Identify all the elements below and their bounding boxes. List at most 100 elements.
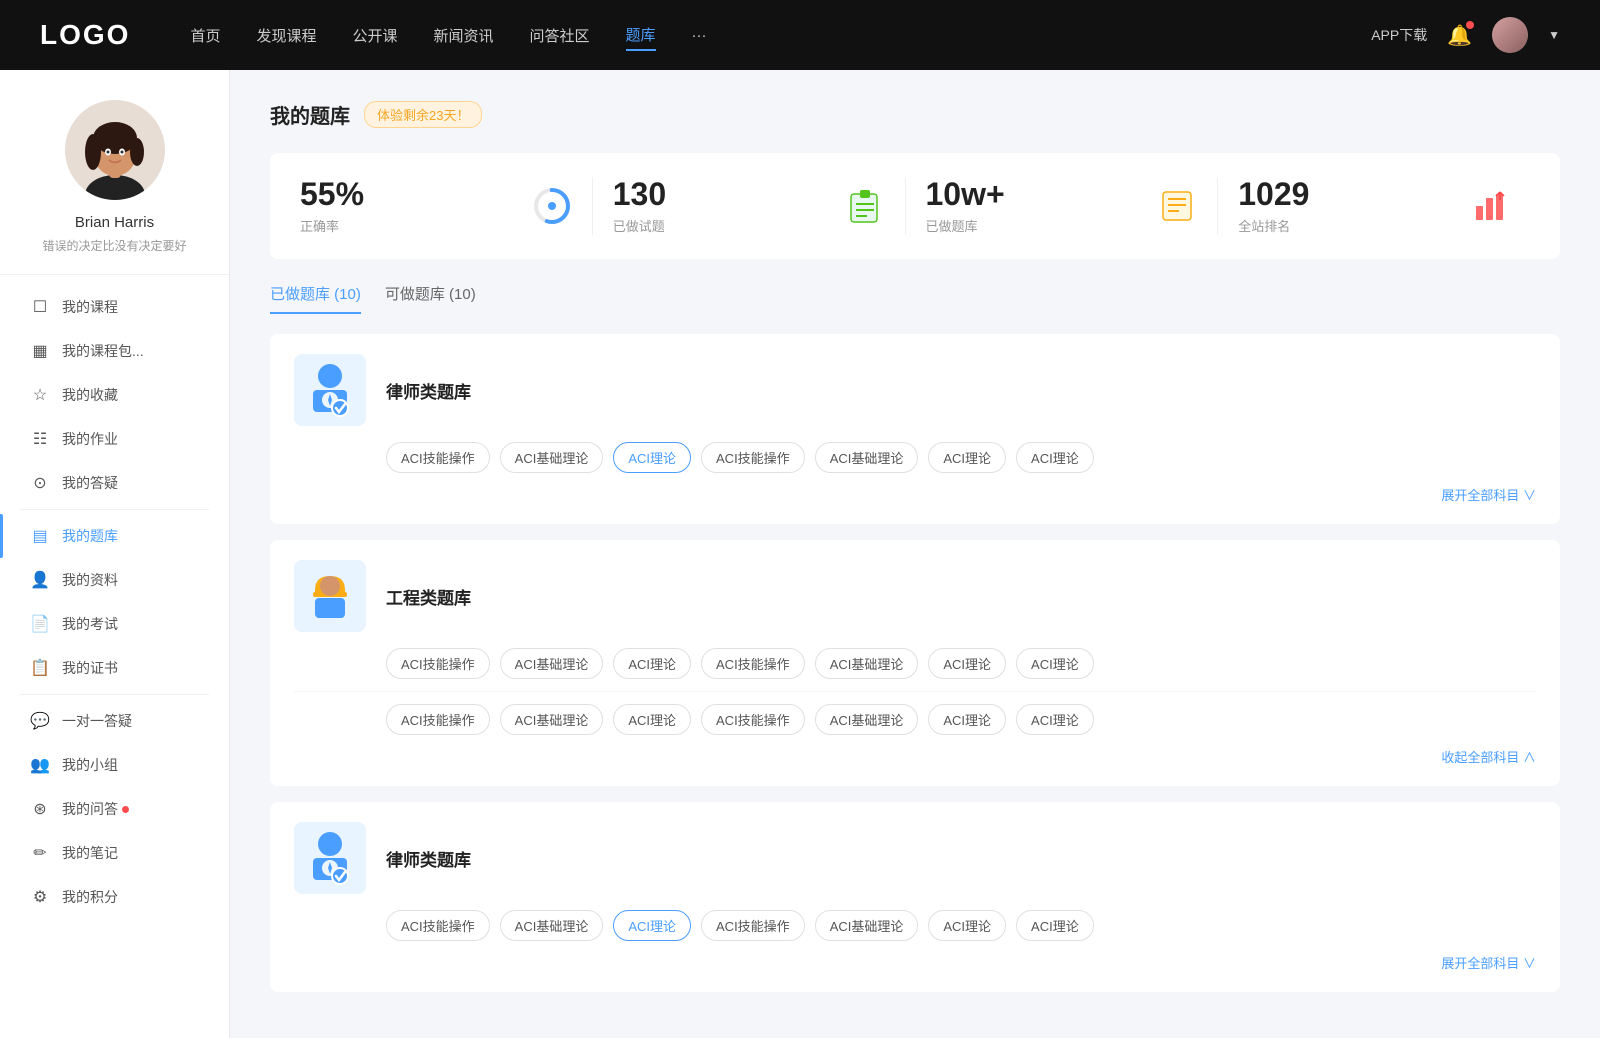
navbar: LOGO 首页 发现课程 公开课 新闻资讯 问答社区 题库 ··· APP下载 … [0, 0, 1600, 70]
tag-2-0[interactable]: ACI技能操作 [386, 648, 490, 679]
menu-points[interactable]: ⚙ 我的积分 [0, 875, 229, 919]
avatar-image [1492, 17, 1528, 53]
homework-icon: ☷ [30, 429, 50, 449]
tag-1-1[interactable]: ACI基础理论 [500, 442, 604, 473]
nav-more[interactable]: ··· [692, 23, 707, 48]
nav-discover[interactable]: 发现课程 [256, 21, 316, 50]
qbank-collapse-2[interactable]: 收起全部科目 ∧ [294, 747, 1536, 766]
menu-group[interactable]: 👥 我的小组 [0, 743, 229, 787]
app-download-button[interactable]: APP下载 [1371, 25, 1427, 45]
cert-icon: 📋 [30, 658, 50, 678]
nav-qbank[interactable]: 题库 [626, 20, 656, 51]
tag-3-3[interactable]: ACI技能操作 [701, 910, 805, 941]
nav-home[interactable]: 首页 [190, 21, 220, 50]
tag-1-6[interactable]: ACI理论 [1016, 442, 1094, 473]
tag-1-2[interactable]: ACI理论 [613, 442, 691, 473]
menu-label: 我的收藏 [62, 385, 118, 405]
menu-exam[interactable]: 📄 我的考试 [0, 602, 229, 646]
menu-qa[interactable]: ⊙ 我的答疑 [0, 461, 229, 505]
menu-notes[interactable]: ✏ 我的笔记 [0, 831, 229, 875]
tag-2-13[interactable]: ACI理论 [1016, 704, 1094, 735]
engineer-icon [305, 568, 355, 624]
qbank-card-engineer: 工程类题库 ACI技能操作 ACI基础理论 ACI理论 ACI技能操作 ACI基… [270, 540, 1560, 786]
profile-motto: 错误的决定比没有决定要好 [42, 237, 186, 254]
stat-done-q-values: 130 已做试题 [613, 177, 829, 235]
stat-done-banks: 10w+ 已做题库 [906, 177, 1219, 235]
tag-3-1[interactable]: ACI基础理论 [500, 910, 604, 941]
profile-name: Brian Harris [75, 214, 154, 231]
tag-2-6[interactable]: ACI理论 [1016, 648, 1094, 679]
tag-2-3[interactable]: ACI技能操作 [701, 648, 805, 679]
my-qa-icon: ⊛ [30, 799, 50, 819]
tag-3-2[interactable]: ACI理论 [613, 910, 691, 941]
package-icon: ▦ [30, 341, 50, 361]
tag-3-4[interactable]: ACI基础理论 [815, 910, 919, 941]
tag-2-7[interactable]: ACI技能操作 [386, 704, 490, 735]
menu-certificate[interactable]: 📋 我的证书 [0, 646, 229, 690]
tag-2-8[interactable]: ACI基础理论 [500, 704, 604, 735]
tag-3-6[interactable]: ACI理论 [1016, 910, 1094, 941]
tag-2-10[interactable]: ACI技能操作 [701, 704, 805, 735]
menu-label: 我的问答 [62, 799, 118, 819]
qbank-tags-3: ACI技能操作 ACI基础理论 ACI理论 ACI技能操作 ACI基础理论 AC… [294, 910, 1536, 941]
menu-tutor[interactable]: 💬 一对一答疑 [0, 699, 229, 743]
stat-accuracy: 55% 正确率 [300, 177, 593, 235]
menu-qbank[interactable]: ▤ 我的题库 [0, 514, 229, 558]
tag-2-2[interactable]: ACI理论 [613, 648, 691, 679]
tag-1-3[interactable]: ACI技能操作 [701, 442, 805, 473]
tab-available-banks[interactable]: 可做题库 (10) [385, 283, 476, 314]
menu-my-qa[interactable]: ⊛ 我的问答 [0, 787, 229, 831]
stat-rank-value: 1029 [1238, 177, 1454, 212]
menu-divider-1 [20, 509, 209, 510]
profile-icon: 👤 [30, 570, 50, 590]
nav-menu: 首页 发现课程 公开课 新闻资讯 问答社区 题库 ··· [190, 20, 1371, 51]
stat-done-b-values: 10w+ 已做题库 [926, 177, 1142, 235]
trial-badge: 体验剩余23天！ [364, 101, 482, 128]
tag-1-5[interactable]: ACI理论 [928, 442, 1006, 473]
menu-profile[interactable]: 👤 我的资料 [0, 558, 229, 602]
profile-avatar[interactable] [65, 100, 165, 200]
menu-my-courses[interactable]: ☐ 我的课程 [0, 285, 229, 329]
menu-label: 一对一答疑 [62, 711, 132, 731]
tab-done-banks[interactable]: 已做题库 (10) [270, 283, 361, 314]
course-icon: ☐ [30, 297, 50, 317]
notification-bell[interactable]: 🔔 [1447, 23, 1472, 48]
stat-accuracy-label: 正确率 [300, 216, 516, 235]
qbank-expand-1[interactable]: 展开全部科目 ∨ [294, 485, 1536, 504]
menu-label: 我的题库 [62, 526, 118, 546]
page-header: 我的题库 体验剩余23天！ [270, 100, 1560, 129]
nav-open-course[interactable]: 公开课 [352, 21, 397, 50]
menu-label: 我的考试 [62, 614, 118, 634]
menu-favorites[interactable]: ☆ 我的收藏 [0, 373, 229, 417]
nav-qa[interactable]: 问答社区 [530, 21, 590, 50]
tag-1-0[interactable]: ACI技能操作 [386, 442, 490, 473]
stat-rank-values: 1029 全站排名 [1238, 177, 1454, 235]
points-icon: ⚙ [30, 887, 50, 907]
tag-3-0[interactable]: ACI技能操作 [386, 910, 490, 941]
avatar-svg [65, 100, 165, 200]
qbank-title-2: 工程类题库 [386, 584, 471, 609]
tag-1-4[interactable]: ACI基础理论 [815, 442, 919, 473]
main-layout: Brian Harris 错误的决定比没有决定要好 ☐ 我的课程 ▦ 我的课程包… [0, 70, 1600, 1038]
stat-accuracy-values: 55% 正确率 [300, 177, 516, 235]
qbank-expand-3[interactable]: 展开全部科目 ∨ [294, 953, 1536, 972]
qbank-title-3: 律师类题库 [386, 846, 471, 871]
tag-2-11[interactable]: ACI基础理论 [815, 704, 919, 735]
tag-3-5[interactable]: ACI理论 [928, 910, 1006, 941]
tabs-row: 已做题库 (10) 可做题库 (10) [270, 283, 1560, 314]
tag-2-1[interactable]: ACI基础理论 [500, 648, 604, 679]
nav-news[interactable]: 新闻资讯 [434, 21, 494, 50]
main-content: 我的题库 体验剩余23天！ 55% 正确率 [230, 70, 1600, 1038]
stat-done-questions: 130 已做试题 [593, 177, 906, 235]
sidebar-profile: Brian Harris 错误的决定比没有决定要好 [0, 70, 229, 275]
menu-homework[interactable]: ☷ 我的作业 [0, 417, 229, 461]
menu-label: 我的资料 [62, 570, 118, 590]
stat-done-b-label: 已做题库 [926, 216, 1142, 235]
tag-2-9[interactable]: ACI理论 [613, 704, 691, 735]
tag-2-4[interactable]: ACI基础理论 [815, 648, 919, 679]
user-menu-chevron[interactable]: ▼ [1548, 28, 1560, 42]
menu-course-package[interactable]: ▦ 我的课程包... [0, 329, 229, 373]
tag-2-12[interactable]: ACI理论 [928, 704, 1006, 735]
tag-2-5[interactable]: ACI理论 [928, 648, 1006, 679]
user-avatar[interactable] [1492, 17, 1528, 53]
